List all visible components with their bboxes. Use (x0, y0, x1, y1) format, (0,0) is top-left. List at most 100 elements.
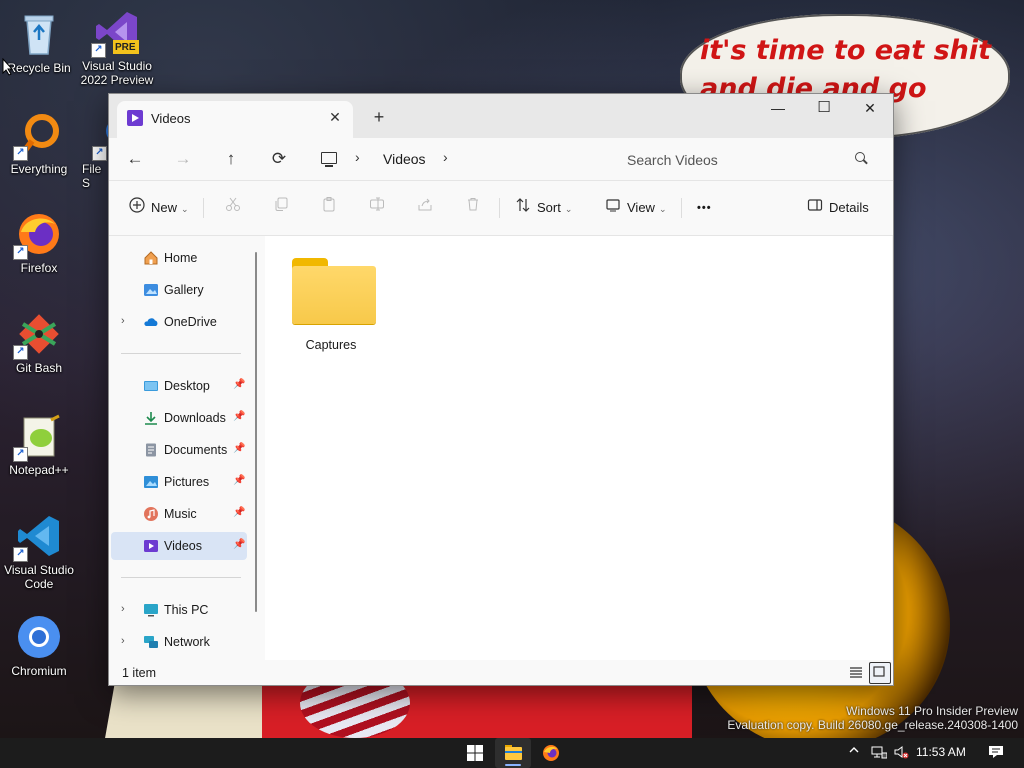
vscode-icon: ↗ (13, 512, 63, 562)
taskbar-clock[interactable]: 11:53 AM (916, 745, 966, 759)
folder-item[interactable]: Captures (285, 252, 377, 362)
sidebar-item-music[interactable]: Music 📌 (111, 500, 247, 528)
downloads-icon (145, 412, 157, 425)
shortcut-arrow-icon: ↗ (13, 547, 28, 562)
network-status-icon (871, 746, 888, 759)
pin-icon[interactable]: 📌 (233, 539, 245, 550)
navigation-bar: ← → ↑ ⟳ › Videos › (109, 138, 893, 181)
sidebar-item-this-pc[interactable]: › This PC (111, 596, 247, 624)
chevron-right-icon[interactable]: › (121, 603, 125, 615)
desktop-icon-vscode[interactable]: ↗ Visual Studio Code (2, 512, 76, 591)
file-list: Captures (265, 236, 892, 660)
sidebar-item-network[interactable]: › Network (111, 628, 247, 656)
search-input[interactable] (625, 149, 849, 171)
cut-button[interactable] (225, 195, 241, 221)
status-bar: 1 item (109, 660, 893, 685)
navigation-pane-scrollbar[interactable] (255, 252, 257, 612)
pin-icon[interactable]: 📌 (233, 507, 245, 518)
desktop-icon-everything[interactable]: ↗ Everything (2, 111, 76, 176)
sidebar-item-videos[interactable]: Videos 📌 (111, 532, 247, 560)
sidebar-item-label: OneDrive (164, 315, 217, 329)
shortcut-arrow-icon: ↗ (13, 345, 28, 360)
details-pane-button[interactable]: Details (807, 195, 869, 221)
mouse-cursor-icon (2, 58, 14, 76)
rename-icon (370, 197, 384, 211)
list-view-icon (850, 667, 862, 678)
network-status-button[interactable] (871, 744, 888, 763)
firefox-icon (543, 745, 559, 761)
search-box[interactable] (617, 144, 877, 174)
desktop-icon-firefox[interactable]: ↗ Firefox (2, 210, 76, 275)
sort-button[interactable]: Sort ⌄ (515, 195, 572, 221)
volume-button[interactable] (893, 744, 909, 763)
desktop-icon-chromium[interactable]: Chromium (2, 613, 76, 678)
details-view-button[interactable] (846, 662, 866, 682)
chevron-right-icon[interactable]: › (121, 635, 125, 647)
sidebar-item-gallery[interactable]: Gallery (111, 276, 247, 304)
new-button[interactable]: New ⌄ (129, 195, 189, 221)
address-bar[interactable]: › Videos › (313, 143, 613, 175)
add-circle-icon (129, 196, 145, 222)
delete-button[interactable] (465, 195, 481, 221)
desktop-icon-label: Visual Studio Code (4, 563, 74, 591)
music-icon (144, 507, 158, 521)
tab-close-button[interactable]: ✕ (325, 107, 345, 127)
pin-icon[interactable]: 📌 (233, 379, 245, 390)
sidebar-item-label: Gallery (164, 283, 204, 297)
view-icon (605, 196, 621, 222)
sidebar-item-label: Desktop (164, 379, 210, 393)
pin-icon[interactable]: 📌 (233, 411, 245, 422)
sidebar-item-label: Downloads (164, 411, 226, 425)
pin-icon[interactable]: 📌 (233, 475, 245, 486)
sidebar-item-onedrive[interactable]: › OneDrive (111, 308, 247, 336)
sidebar-item-pictures[interactable]: Pictures 📌 (111, 468, 247, 496)
more-options-button[interactable]: ••• (697, 195, 712, 221)
show-hidden-icons-button[interactable] (848, 744, 860, 759)
close-button[interactable]: ✕ (847, 94, 893, 124)
desktop-icon-label: Firefox (20, 261, 58, 275)
minimize-button[interactable]: — (755, 94, 801, 124)
file-explorer-icon (505, 745, 522, 760)
visual-studio-preview-icon: PRE ↗ (91, 8, 141, 58)
copy-button[interactable] (273, 195, 289, 221)
large-icons-view-button[interactable] (869, 662, 891, 684)
desktop-icon-file-shortcut[interactable]: ↗ File S (80, 111, 110, 190)
sidebar-item-label: Home (164, 251, 198, 265)
maximize-button[interactable]: ☐ (801, 94, 847, 124)
tab-videos[interactable]: Videos ✕ (117, 101, 353, 138)
back-button[interactable]: ← (121, 147, 149, 171)
new-tab-button[interactable]: + (367, 106, 391, 130)
breadcrumb-videos[interactable]: Videos (383, 151, 426, 167)
sidebar-item-label: Pictures (164, 475, 210, 489)
share-icon (418, 198, 432, 211)
details-label: Details (829, 200, 869, 215)
chevron-right-icon[interactable]: › (121, 315, 125, 327)
sidebar-item-downloads[interactable]: Downloads 📌 (111, 404, 247, 432)
sidebar-item-documents[interactable]: Documents 📌 (111, 436, 247, 464)
sidebar-item-desktop[interactable]: Desktop 📌 (111, 372, 247, 400)
rename-button[interactable] (369, 195, 385, 221)
up-button[interactable]: ↑ (217, 147, 245, 171)
chevron-down-icon: ⌄ (181, 204, 189, 214)
breadcrumb-separator[interactable]: › (355, 149, 360, 165)
navigation-pane: Home Gallery › OneDrive Desktop 📌 Downlo… (109, 236, 265, 660)
forward-button[interactable]: → (169, 147, 197, 171)
pin-icon[interactable]: 📌 (233, 443, 245, 454)
refresh-button[interactable]: ⟳ (265, 147, 293, 171)
taskbar-file-explorer[interactable] (495, 738, 531, 768)
taskbar-firefox[interactable] (533, 738, 569, 768)
desktop-icon-label: Git Bash (15, 361, 63, 375)
desktop-icon-visual-studio-preview[interactable]: PRE ↗ Visual Studio 2022 Preview (80, 8, 154, 87)
desktop-icon-notepad-plus-plus[interactable]: ↗ Notepad++ (2, 412, 76, 477)
sidebar-item-home[interactable]: Home (111, 244, 247, 272)
start-button[interactable] (457, 738, 493, 768)
notifications-button[interactable] (988, 744, 1004, 763)
view-button[interactable]: View ⌄ (605, 195, 667, 221)
sidebar-item-label: Music (164, 507, 197, 521)
desktop-icon-git-bash[interactable]: ↗ Git Bash (2, 310, 76, 375)
paste-button[interactable] (321, 195, 337, 221)
share-button[interactable] (417, 195, 433, 221)
this-pc-icon (144, 604, 158, 617)
active-indicator (505, 764, 521, 766)
breadcrumb-separator[interactable]: › (443, 149, 448, 165)
